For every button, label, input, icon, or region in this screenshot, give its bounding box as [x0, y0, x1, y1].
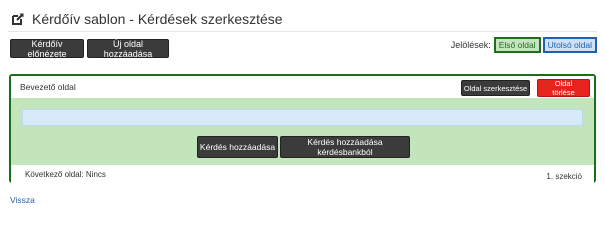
edit-icon — [10, 11, 26, 27]
next-page-label: Következő oldal: Nincs — [25, 170, 106, 179]
preview-survey-button[interactable]: Kérdőív előnézete — [10, 39, 84, 59]
add-question-button[interactable]: Kérdés hozzáadása — [197, 136, 278, 158]
section-header: Bevezető oldal Oldal szerkesztése Oldal … — [11, 76, 594, 97]
question-drop-zone[interactable] — [22, 109, 583, 126]
legend-label: Jelölések: — [450, 40, 491, 50]
page-section-panel: Bevezető oldal Oldal szerkesztése Oldal … — [9, 74, 596, 183]
back-link[interactable]: Vissza — [10, 195, 35, 205]
delete-page-button[interactable]: Oldal törlése — [537, 79, 590, 97]
last-page-tag: Utolsó oldal — [542, 37, 597, 53]
page-title: Kérdőív sablon - Kérdések szerkesztése — [32, 11, 283, 27]
add-page-button[interactable]: Új oldal hozzáadása — [87, 39, 169, 59]
section-page-name: Bevezető oldal — [20, 81, 76, 92]
section-body: Kérdés hozzáadása Kérdés hozzáadása kérd… — [11, 98, 594, 165]
edit-page-button[interactable]: Oldal szerkesztése — [461, 80, 530, 96]
first-page-tag: Első oldal — [493, 37, 541, 53]
section-footer: Következő oldal: Nincs 1. szekció — [11, 165, 594, 183]
legend: Jelölések: Első oldal Utolsó oldal — [451, 37, 597, 53]
header-divider — [8, 31, 597, 32]
page: Kérdőív sablon - Kérdések szerkesztése K… — [0, 0, 605, 216]
page-header: Kérdőív sablon - Kérdések szerkesztése — [10, 10, 283, 28]
section-number: 1. szekció — [546, 172, 582, 181]
add-question-from-bank-button[interactable]: Kérdés hozzáadása kérdésbankból — [280, 136, 410, 158]
